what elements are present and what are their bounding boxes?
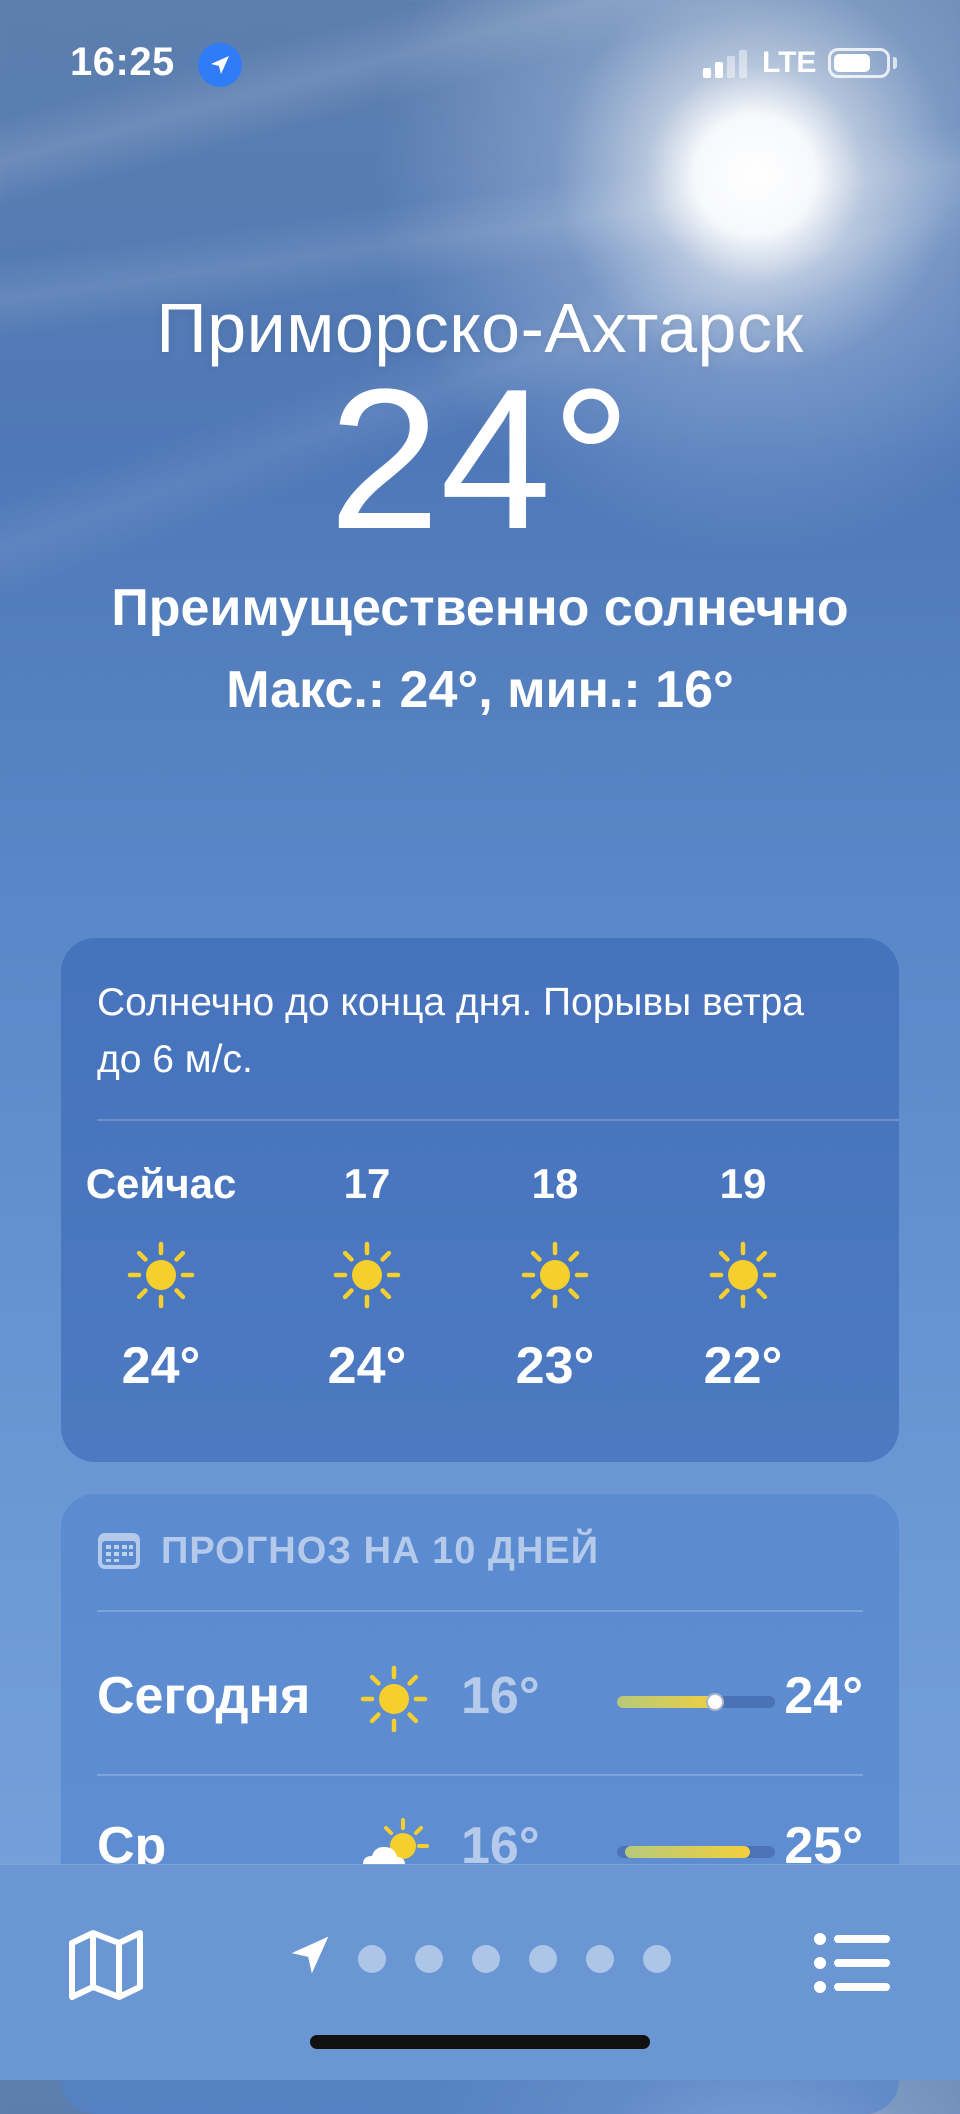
- page-dot[interactable]: [643, 1945, 671, 1973]
- page-dot[interactable]: [472, 1945, 500, 1973]
- card-divider: [97, 1119, 899, 1121]
- page-dot[interactable]: [358, 1945, 386, 1973]
- hour-item: 19 22°: [649, 1160, 837, 1396]
- sun-icon: [461, 1220, 649, 1330]
- list-icon: [814, 1933, 890, 1993]
- map-button[interactable]: [66, 1925, 146, 2005]
- forecast-summary: Солнечно до конца дня. Порывы ветра до 6…: [97, 981, 804, 1081]
- day-high-temperature: 24°: [784, 1667, 863, 1725]
- status-time: 16:25: [70, 40, 175, 84]
- hour-temperature: 23°: [515, 1337, 595, 1395]
- status-bar: 16:25 LTE: [0, 0, 960, 130]
- day-name: Сегодня: [97, 1667, 311, 1725]
- temperature-range-fill: [624, 1846, 750, 1858]
- network-type: LTE: [762, 46, 817, 79]
- temperature-range-bar: [617, 1846, 775, 1858]
- hour-item: 18 23°: [461, 1160, 649, 1396]
- battery-tip: [893, 57, 897, 69]
- hour-temperature: 24°: [121, 1337, 201, 1395]
- current-temperature: 24°: [328, 348, 632, 571]
- page-dot[interactable]: [529, 1945, 557, 1973]
- battery-icon: [828, 48, 890, 78]
- current-location-page-indicator[interactable]: [288, 1933, 332, 1977]
- hour-label: 17: [343, 1160, 391, 1207]
- hour-temperature: 24°: [327, 1337, 407, 1395]
- weather-condition: Преимущественно солнечно: [111, 579, 849, 637]
- hour-temperature: 22°: [703, 1337, 783, 1395]
- page-dot[interactable]: [415, 1945, 443, 1973]
- day-low-temperature: 16°: [461, 1667, 540, 1725]
- hourly-forecast-card[interactable]: Солнечно до конца дня. Порывы ветра до 6…: [61, 938, 899, 1462]
- signal-strength-icon: [703, 50, 747, 78]
- ten-day-header: ПРОГНОЗ НА 10 ДНЕЙ: [97, 1526, 599, 1576]
- ten-day-title: ПРОГНОЗ НА 10 ДНЕЙ: [161, 1529, 600, 1572]
- location-arrow-icon: [291, 1936, 329, 1974]
- sun-icon: [649, 1220, 837, 1330]
- hour-label: 19: [719, 1160, 767, 1207]
- sun-icon: [273, 1220, 461, 1330]
- city-list-button[interactable]: [812, 1927, 892, 1999]
- home-indicator: [310, 2035, 650, 2049]
- page-indicator[interactable]: [358, 1945, 671, 1973]
- high-low-temperature: Макс.: 24°, мин.: 16°: [226, 661, 734, 719]
- hour-label: Сейчас: [85, 1160, 237, 1207]
- sun-icon: [359, 1664, 429, 1739]
- sun-icon: [67, 1220, 255, 1330]
- battery-level: [834, 54, 870, 72]
- hour-label: 18: [531, 1160, 579, 1207]
- temperature-range-bar: [617, 1693, 775, 1711]
- location-arrow-icon: [198, 43, 242, 87]
- page-dot[interactable]: [586, 1945, 614, 1973]
- day-row[interactable]: Сегодня 16° 24°: [97, 1644, 863, 1744]
- current-temperature-marker: [705, 1693, 724, 1711]
- map-icon: [69, 1930, 143, 2000]
- hour-item: Сейчас 24°: [67, 1160, 255, 1396]
- calendar-icon: [98, 1533, 140, 1569]
- card-divider: [97, 1774, 863, 1776]
- card-divider: [97, 1610, 863, 1612]
- hour-item: 17 24°: [273, 1160, 461, 1396]
